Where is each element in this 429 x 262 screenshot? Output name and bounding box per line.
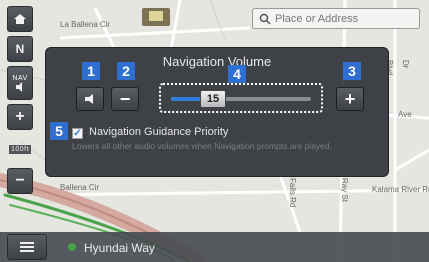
map-label-ballena: Ballena Cir: [60, 183, 100, 192]
callout-2: 2: [117, 62, 135, 80]
speaker-icon: [85, 94, 93, 104]
plus-icon: +: [344, 88, 356, 109]
road-indicator-icon: [68, 243, 76, 251]
map-label-ray-st: Ray St: [340, 178, 349, 203]
map-label-dr: Dr: [401, 60, 410, 69]
home-button[interactable]: [7, 6, 33, 32]
callout-5: 5: [50, 122, 68, 140]
callout-3: 3: [343, 62, 361, 80]
guidance-priority-label[interactable]: Navigation Guidance Priority: [89, 126, 228, 138]
zoom-in-button[interactable]: +: [7, 104, 33, 130]
navigation-screen: La Ballena Cir Ballena Cir Kalama River …: [0, 0, 429, 262]
callout-4: 4: [228, 65, 246, 83]
menu-button[interactable]: [7, 234, 47, 260]
slider-track: [171, 97, 311, 101]
map-label-falls: Falls Rd: [288, 178, 297, 208]
map-label-la-ballena: La Ballena Cir: [60, 20, 111, 29]
map-label-ave: Ave: [398, 110, 412, 119]
volume-slider[interactable]: 15: [159, 83, 323, 113]
zoom-out-button[interactable]: −: [7, 168, 33, 194]
map-label-kalama: Kalama River Rd: [372, 185, 429, 194]
scale-label: 100ft: [8, 144, 32, 154]
current-road-name: Hyundai Way: [84, 241, 155, 255]
zoom-out-label: −: [15, 172, 25, 189]
map-scale: 100ft: [7, 134, 33, 164]
guidance-priority-checkbox[interactable]: ✓: [72, 128, 83, 139]
nav-volume-button[interactable]: NAV: [7, 66, 33, 100]
north-up-label: N: [15, 42, 25, 56]
home-icon: [14, 14, 26, 24]
volume-down-button[interactable]: −: [111, 87, 139, 111]
north-up-button[interactable]: N: [7, 36, 33, 62]
bottom-bar: Hyundai Way: [0, 232, 429, 262]
slider-thumb[interactable]: 15: [200, 90, 226, 108]
zoom-in-label: +: [15, 108, 25, 125]
guidance-priority-description: Lowers all other audio volumes when Navi…: [72, 141, 332, 151]
volume-up-button[interactable]: +: [336, 87, 364, 111]
search-placeholder: Place or Address: [275, 12, 359, 25]
menu-icon: [20, 242, 34, 252]
search-icon: [259, 13, 271, 25]
callout-1: 1: [82, 62, 100, 80]
minus-icon: −: [119, 88, 131, 109]
nav-volume-label: NAV: [12, 74, 28, 82]
search-box[interactable]: Place or Address: [252, 8, 420, 29]
mute-button[interactable]: [76, 87, 104, 111]
speaker-icon: [16, 81, 22, 92]
